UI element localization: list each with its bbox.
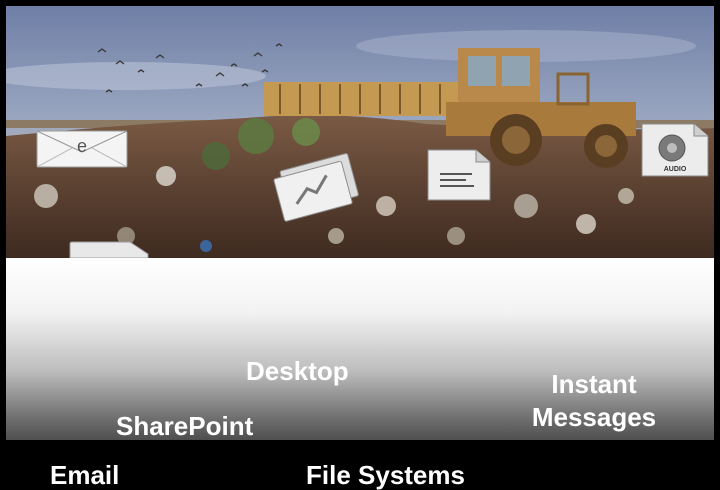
label-instant-messages: Instant Messages	[510, 368, 678, 434]
email-envelope-icon: e	[36, 130, 128, 175]
label-file-systems: File Systems	[306, 460, 465, 490]
svg-text:AUDIO: AUDIO	[664, 166, 687, 173]
label-desktop: Desktop	[246, 356, 349, 386]
svg-text:e: e	[77, 136, 87, 156]
slide: e AUDIO Desktop SharePoint Instant Messa…	[0, 0, 720, 490]
text-document-icon	[426, 148, 492, 207]
label-sharepoint: SharePoint	[116, 411, 254, 441]
audio-file-icon: AUDIO	[640, 122, 710, 183]
label-instant-line1: Instant	[551, 369, 637, 399]
label-instant-line2: Messages	[531, 402, 657, 432]
label-email: Email	[50, 460, 120, 490]
